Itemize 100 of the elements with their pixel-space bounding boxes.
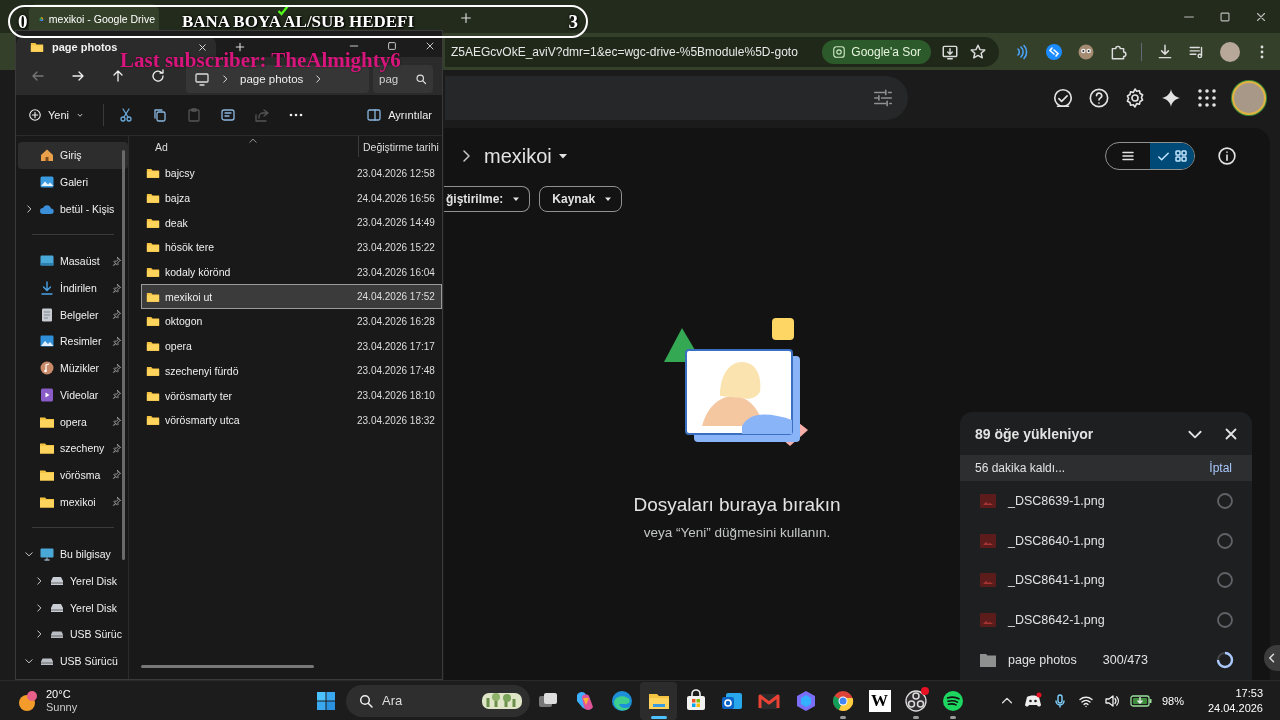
close-icon[interactable] xyxy=(424,40,436,52)
chevron-right-icon[interactable] xyxy=(34,629,44,640)
weather-condition: Sunny xyxy=(46,700,78,714)
battery-charging-icon[interactable] xyxy=(1129,693,1152,708)
filter-chip[interactable]: ğiştirilme: xyxy=(444,186,531,212)
column-header[interactable]: Değiştirme tarihi xyxy=(363,140,439,153)
weather-sun-icon[interactable] xyxy=(16,688,40,713)
plus-icon[interactable] xyxy=(234,41,246,53)
ask-google-button[interactable]: Google'a Sor xyxy=(822,39,931,64)
info-icon[interactable] xyxy=(1217,146,1237,166)
file-name: page photos xyxy=(1008,653,1077,668)
account-avatar[interactable] xyxy=(1232,80,1266,115)
sort-caret-icon[interactable] xyxy=(248,136,258,146)
details-pane-icon xyxy=(366,107,383,123)
sidebar-item[interactable]: Yerel Disk xyxy=(18,567,128,595)
pin-icon xyxy=(111,496,122,508)
file-name: bajcsy xyxy=(165,167,196,180)
details-button[interactable]: Ayrıntılar xyxy=(362,104,436,126)
folder-icon xyxy=(146,191,160,206)
download-icon[interactable] xyxy=(1156,42,1174,61)
file-name: mexikoi ut xyxy=(165,290,214,303)
sidebar-item[interactable]: Müzikler xyxy=(18,354,128,382)
owl-icon[interactable] xyxy=(1077,42,1095,61)
offline-check-icon[interactable] xyxy=(1052,86,1074,109)
wikipedia-app[interactable]: W xyxy=(861,681,898,720)
sidebar-item[interactable]: betül - Kişis xyxy=(18,195,128,223)
image-file-icon xyxy=(980,533,996,548)
cancel-link[interactable]: İptal xyxy=(1209,461,1232,475)
chevron-right-icon[interactable] xyxy=(24,203,34,214)
file-row[interactable]: bajcsy 23.04.2026 12:58 xyxy=(141,161,442,186)
scrollbar-thumb[interactable] xyxy=(122,150,125,560)
sidebar-item[interactable]: Yerel Disk xyxy=(18,594,128,621)
clock[interactable]: 17:53 24.04.2026 xyxy=(1207,685,1263,716)
close-icon[interactable] xyxy=(197,41,208,53)
file-row[interactable]: szechenyi fürdö 23.04.2026 17:48 xyxy=(141,358,442,384)
plus-icon[interactable] xyxy=(459,11,473,25)
profile-avatar[interactable] xyxy=(1220,41,1240,62)
star-icon[interactable] xyxy=(969,42,987,61)
copy-icon[interactable] xyxy=(152,107,168,123)
column-header[interactable]: Ad xyxy=(155,140,355,153)
chevron-right-icon[interactable] xyxy=(34,575,44,586)
sidebar-item[interactable]: Videolar xyxy=(18,381,128,409)
apps-grid-icon[interactable] xyxy=(1196,86,1218,109)
file-row[interactable]: deak 23.04.2026 14:49 xyxy=(141,210,442,236)
modified-date: 23.04.2026 18:32 xyxy=(357,414,436,426)
search-field[interactable] xyxy=(445,75,908,120)
sidebar-item[interactable]: Belgeler xyxy=(18,301,128,329)
sidebar-item[interactable]: USB Sürüc xyxy=(18,621,128,648)
sidebar-item[interactable]: Resimler xyxy=(18,328,128,355)
sidebar-item[interactable]: opera xyxy=(18,408,128,435)
folder-menu-button[interactable]: mexikoi xyxy=(484,144,570,168)
address-bar[interactable]: Z5AEGcvOkE_aviV?dmr=1&ec=wgc-drive-%5Bmodule%5D-goto Google'a Sor xyxy=(445,36,999,67)
file-name: _DSC8639-1.png xyxy=(1008,493,1106,508)
folder-icon xyxy=(146,240,160,255)
file-row[interactable]: vörösmarty utca 23.04.2026 18:32 xyxy=(141,407,442,433)
clock-date: 24.04.2026 xyxy=(1207,700,1263,716)
grid-view-button[interactable] xyxy=(1150,143,1194,169)
breadcrumb-item[interactable]: page photos xyxy=(240,73,304,85)
help-icon[interactable] xyxy=(1088,86,1110,109)
sidebar-item[interactable]: İndirilen xyxy=(18,274,128,302)
monitor-icon[interactable] xyxy=(194,71,210,87)
gallery-icon xyxy=(39,174,55,191)
refresh-icon[interactable] xyxy=(150,68,166,84)
sidebar-item[interactable]: Giriş xyxy=(18,142,128,169)
sidebar-item[interactable]: mexikoi xyxy=(18,488,128,515)
folder-icon xyxy=(146,265,160,280)
file-name: vörösmarty utca xyxy=(165,414,241,427)
sidebar-item[interactable]: vörösma xyxy=(18,461,128,489)
cut-icon[interactable] xyxy=(118,107,134,123)
file-row[interactable]: kodaly körönd 23.04.2026 16:04 xyxy=(141,259,442,285)
taskbar-app[interactable] xyxy=(640,681,678,720)
folder-icon xyxy=(146,166,160,181)
file-row[interactable]: bajza 24.04.2026 16:56 xyxy=(141,185,442,211)
sidebar-item[interactable]: Masaüst xyxy=(18,248,128,275)
file-row[interactable]: mexikoi ut 24.04.2026 17:52 xyxy=(141,284,442,310)
scrollbar-thumb[interactable] xyxy=(141,665,314,668)
file-name: _DSC8642-1.png xyxy=(1008,613,1106,628)
rename-icon[interactable] xyxy=(220,107,236,123)
chevron-right-icon[interactable] xyxy=(34,602,44,613)
sidebar-item[interactable]: Bu bilgisay xyxy=(18,540,128,568)
pin-icon xyxy=(111,309,122,321)
pin-icon xyxy=(111,255,122,267)
maximize-icon[interactable] xyxy=(386,40,398,52)
file-row[interactable]: oktogon 23.04.2026 16:28 xyxy=(141,309,442,334)
file-row[interactable]: opera 23.04.2026 17:17 xyxy=(141,333,442,359)
spotify-icon xyxy=(941,688,966,713)
shazam-icon[interactable] xyxy=(1045,42,1063,61)
settings-icon[interactable] xyxy=(1124,86,1146,109)
restore-icon[interactable] xyxy=(1218,9,1232,24)
sidebar-item[interactable]: USB Sürücü xyxy=(18,647,128,675)
image-file-icon xyxy=(980,573,996,588)
filter-chip[interactable]: Kaynak xyxy=(539,186,623,212)
modified-date: 23.04.2026 15:22 xyxy=(357,241,436,253)
sidebar-item[interactable]: Galeri xyxy=(18,168,128,196)
sidebar-item[interactable]: szecheny xyxy=(18,434,128,462)
file-row[interactable]: vörösmarty ter 23.04.2026 18:10 xyxy=(141,383,442,408)
file-row[interactable]: hösök tere 23.04.2026 15:22 xyxy=(141,235,442,260)
modified-date: 23.04.2026 16:04 xyxy=(357,266,436,278)
pin-icon xyxy=(111,335,122,347)
new-button[interactable]: Yeni xyxy=(24,105,89,125)
